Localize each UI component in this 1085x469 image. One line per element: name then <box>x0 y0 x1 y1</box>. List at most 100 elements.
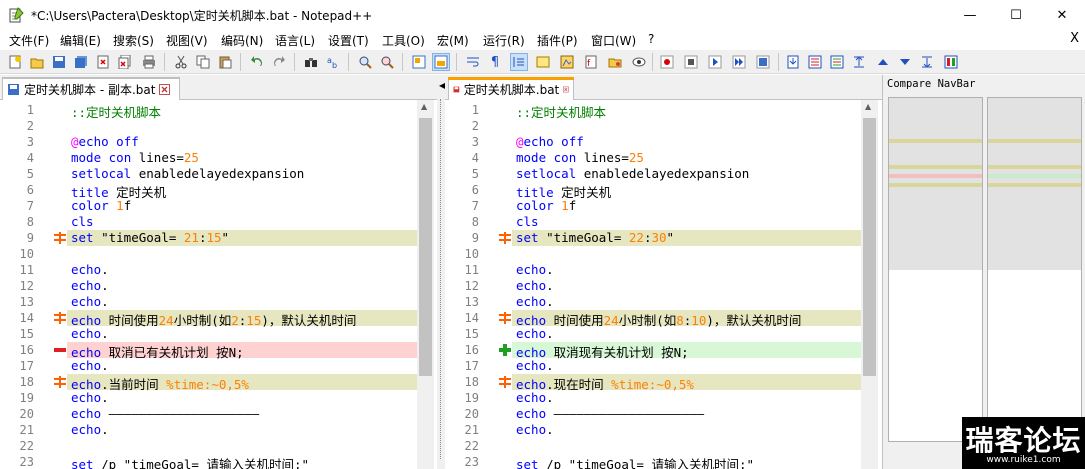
code-line[interactable]: 23 set /p "timeGoal= 请输入关机时间:" <box>445 454 862 469</box>
maximize-button[interactable]: ☐ <box>993 0 1039 30</box>
menu-plugins[interactable]: 插件(P) <box>537 32 578 49</box>
save-icon[interactable] <box>50 53 68 71</box>
close-button[interactable]: ✕ <box>1039 0 1085 30</box>
code-line[interactable]: 14 echo 时间使用24小时制(如8:10)，默认关机时间 <box>445 310 862 328</box>
udl-icon[interactable] <box>534 53 552 71</box>
code-line[interactable]: 19 echo. <box>0 390 417 406</box>
save-macro-icon[interactable] <box>754 53 772 71</box>
record-macro-icon[interactable] <box>658 53 676 71</box>
navbar-left-column[interactable] <box>888 97 983 442</box>
show-all-chars-icon[interactable]: ¶ <box>486 53 504 71</box>
replace-icon[interactable]: ab <box>324 53 342 71</box>
stop-macro-icon[interactable] <box>682 53 700 71</box>
code-line[interactable]: 6 title 定时关机 <box>0 182 417 200</box>
menu-settings[interactable]: 设置(T) <box>328 32 369 49</box>
menu-view[interactable]: 视图(V) <box>166 32 208 49</box>
compare-prev-diff-icon[interactable] <box>874 53 892 71</box>
code-line[interactable]: 9 set "timeGoal= 22:30" <box>445 230 862 246</box>
menu-help[interactable]: ? <box>648 32 654 46</box>
menu-language[interactable]: 语言(L) <box>275 32 315 49</box>
zoom-in-icon[interactable] <box>356 53 374 71</box>
compare-next-diff-icon[interactable] <box>896 53 914 71</box>
run-macro-multiple-icon[interactable] <box>730 53 748 71</box>
code-line[interactable]: 13 echo. <box>445 294 862 310</box>
compare-set-first-icon[interactable] <box>784 53 802 71</box>
left-vertical-scrollbar[interactable]: ▲ <box>417 100 434 469</box>
code-line[interactable]: 21 echo. <box>445 422 862 438</box>
menu-search[interactable]: 搜索(S) <box>113 32 154 49</box>
monitoring-icon[interactable] <box>630 53 648 71</box>
code-line[interactable]: 7 color 1f <box>0 198 417 214</box>
close-all-icon[interactable] <box>116 53 134 71</box>
print-icon[interactable] <box>140 53 158 71</box>
menu-file[interactable]: 文件(F) <box>9 32 49 49</box>
menu-window[interactable]: 窗口(W) <box>591 32 636 49</box>
compare-clear-icon[interactable] <box>828 53 846 71</box>
save-all-icon[interactable] <box>72 53 90 71</box>
navbar-right-column[interactable] <box>987 97 1082 442</box>
code-line[interactable]: 11 echo. <box>445 262 862 278</box>
compare-last-diff-icon[interactable] <box>918 53 936 71</box>
menu-encoding[interactable]: 编码(N) <box>221 32 263 49</box>
code-line[interactable]: 10 <box>445 246 862 262</box>
code-line[interactable]: 3 @echo off <box>0 134 417 150</box>
code-line[interactable]: 4 mode con lines=25 <box>445 150 862 166</box>
minimize-button[interactable]: — <box>947 0 993 30</box>
code-line[interactable]: 4 mode con lines=25 <box>0 150 417 166</box>
code-line[interactable]: 1::定时关机脚本 <box>445 102 862 120</box>
function-list-icon[interactable]: f <box>582 53 600 71</box>
code-line[interactable]: 12 echo. <box>445 278 862 294</box>
code-line[interactable]: 1::定时关机脚本 <box>0 102 417 120</box>
redo-icon[interactable] <box>270 53 288 71</box>
code-line[interactable]: 15 echo. <box>445 326 862 342</box>
code-line[interactable]: 22 <box>0 438 417 454</box>
code-line[interactable]: 11 echo. <box>0 262 417 278</box>
right-vertical-scrollbar[interactable]: ▲ <box>861 100 878 469</box>
cut-icon[interactable] <box>172 53 190 71</box>
code-line[interactable]: 7 color 1f <box>445 198 862 214</box>
zoom-out-icon[interactable] <box>378 53 396 71</box>
code-line[interactable]: 15 echo. <box>0 326 417 342</box>
code-line[interactable]: 14 echo 时间使用24小时制(如2:15)，默认关机时间 <box>0 310 417 328</box>
compare-navbar-icon[interactable] <box>942 53 960 71</box>
code-line[interactable]: 16 echo 取消已有关机计划 按N; <box>0 342 417 360</box>
menu-tools[interactable]: 工具(O) <box>382 32 425 49</box>
play-macro-icon[interactable] <box>706 53 724 71</box>
menu-close-doc-button[interactable]: X <box>1070 31 1079 46</box>
code-line[interactable]: 23 set /p "timeGoal= 请输入关机时间:" <box>0 454 417 469</box>
tab-close-icon[interactable] <box>563 84 569 95</box>
tab-right-file[interactable]: 定时关机脚本.bat <box>448 77 574 100</box>
code-line[interactable]: 3 @echo off <box>445 134 862 150</box>
code-line[interactable]: 6 title 定时关机 <box>445 182 862 200</box>
copy-icon[interactable] <box>194 53 212 71</box>
menu-macro[interactable]: 宏(M) <box>437 32 469 49</box>
code-line[interactable]: 18 echo.现在时间 %time:~0,5% <box>445 374 862 392</box>
code-line[interactable]: 2 <box>0 118 417 134</box>
tab-left-file[interactable]: 定时关机脚本 - 副本.bat <box>2 77 180 100</box>
new-file-icon[interactable] <box>6 53 24 71</box>
pane-splitter[interactable]: ◀ <box>437 75 445 469</box>
code-line[interactable]: 8 cls <box>0 214 417 230</box>
word-wrap-icon[interactable] <box>464 53 482 71</box>
tab-close-icon[interactable] <box>159 83 171 95</box>
folder-workspace-icon[interactable] <box>606 53 624 71</box>
code-line[interactable]: 21 echo. <box>0 422 417 438</box>
code-line[interactable]: 18 echo.当前时间 %time:~0,5% <box>0 374 417 392</box>
code-line[interactable]: 17 echo. <box>445 358 862 374</box>
code-line[interactable]: 20 echo ———————————————————— <box>0 406 417 422</box>
code-line[interactable]: 16 echo 取消现有关机计划 按N; <box>445 342 862 360</box>
left-editor[interactable]: 1::定时关机脚本 2 3 @echo off 4 mode con lines=25 5 s… <box>0 100 437 469</box>
code-line[interactable]: 9 set "timeGoal= 21:15" <box>0 230 417 246</box>
sync-horizontal-icon[interactable] <box>432 53 450 71</box>
close-file-icon[interactable] <box>94 53 112 71</box>
menu-run[interactable]: 运行(R) <box>483 32 525 49</box>
menu-edit[interactable]: 编辑(E) <box>60 32 101 49</box>
compare-first-diff-icon[interactable] <box>850 53 868 71</box>
code-line[interactable]: 8 cls <box>445 214 862 230</box>
open-file-icon[interactable] <box>28 53 46 71</box>
code-line[interactable]: 10 <box>0 246 417 262</box>
undo-icon[interactable] <box>248 53 266 71</box>
code-line[interactable]: 12 echo. <box>0 278 417 294</box>
code-line[interactable]: 20 echo ———————————————————— <box>445 406 862 422</box>
code-line[interactable]: 19 echo. <box>445 390 862 406</box>
